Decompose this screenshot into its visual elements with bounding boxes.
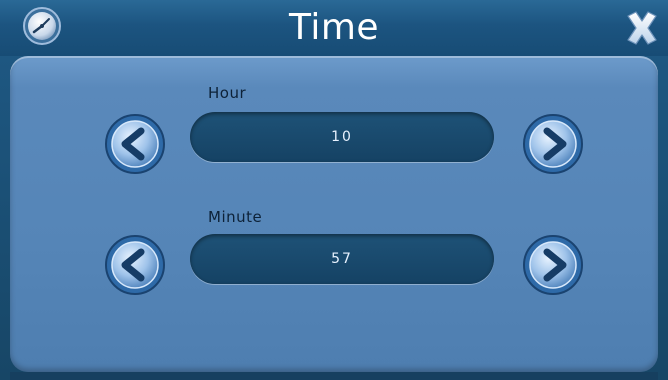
- minute-value: 57: [331, 251, 353, 267]
- window-title: Time: [288, 7, 380, 48]
- hour-decrement-button[interactable]: [103, 112, 167, 176]
- close-icon[interactable]: [622, 8, 662, 48]
- hour-value: 10: [331, 129, 353, 145]
- hour-increment-button[interactable]: [521, 112, 585, 176]
- minute-increment-button[interactable]: [521, 233, 585, 297]
- time-dialog: Time Hour 10 Minute 57: [0, 0, 668, 380]
- title-bar: Time: [0, 0, 668, 56]
- settings-panel: Hour 10 Minute 57: [10, 56, 658, 372]
- minute-value-field[interactable]: 57: [190, 234, 494, 284]
- minute-label: Minute: [208, 208, 263, 226]
- hour-value-field[interactable]: 10: [190, 112, 494, 162]
- window-bottom-edge: [10, 372, 658, 380]
- hour-label: Hour: [208, 84, 247, 102]
- minute-decrement-button[interactable]: [103, 233, 167, 297]
